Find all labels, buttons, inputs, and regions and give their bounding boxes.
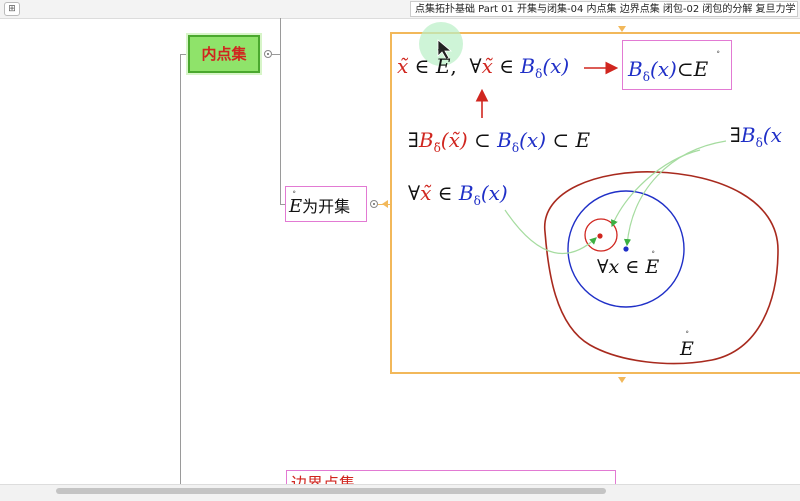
point-x-tilde — [597, 233, 603, 239]
region-label: E — [680, 338, 694, 360]
pointer-curve-top — [611, 149, 701, 228]
formula-result: Bδ(x)⊂E — [628, 57, 709, 84]
formula-right-exists: ∃Bδ(x — [730, 123, 782, 150]
set-region-outline — [544, 171, 779, 365]
region-ring-mark: ∘ — [685, 328, 690, 336]
center-ring-mark: ∘ — [651, 248, 656, 256]
scrollbar-thumb[interactable] — [56, 488, 606, 494]
formula-row2: ∃Bδ̃(x̃) ⊂ Bδ(x) ⊂ E — [408, 128, 591, 155]
formula-row1: x̃ ∈ E, ∀x̃ ∈ Bδ(x) — [397, 54, 570, 81]
row1-ring-mark: ∘ — [437, 46, 442, 54]
result-ring-mark: ∘ — [716, 48, 721, 56]
center-point-label: ∀x ∈ E — [597, 256, 660, 278]
formula-row3: ∀x̃ ∈ Bδ(x) — [408, 181, 508, 208]
pointer-curve-left — [504, 209, 597, 255]
point-x — [623, 246, 629, 252]
